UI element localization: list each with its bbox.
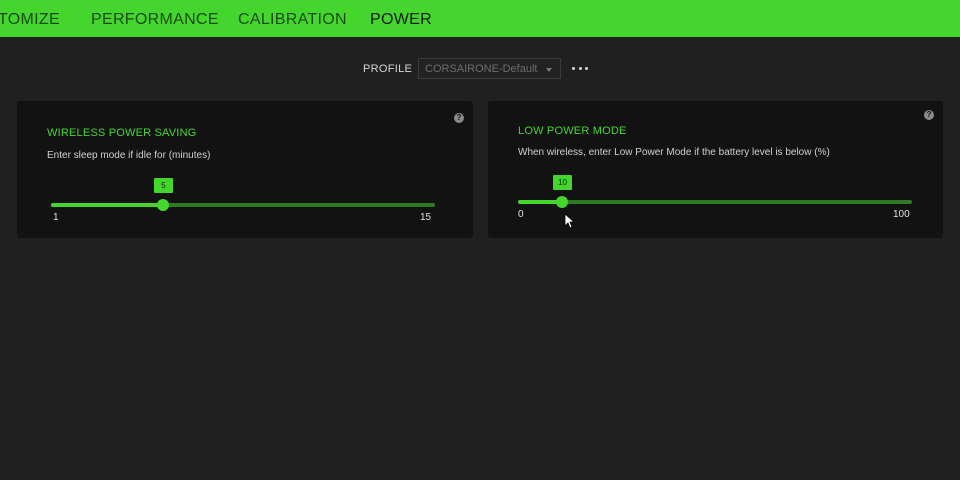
slider-value-badge: 5 [154,178,173,193]
slider-min-label: 1 [53,212,59,223]
chevron-down-icon [546,68,552,72]
sleep-slider-fill [51,203,163,207]
battery-slider-thumb[interactable] [556,196,568,208]
card-title: LOW POWER MODE [518,125,627,137]
profile-dropdown[interactable]: CORSAIRONE-Default [418,58,561,79]
low-power-mode-card: LOW POWER MODE When wireless, enter Low … [488,101,943,238]
sleep-slider-thumb[interactable] [157,199,169,211]
tab-performance[interactable]: PERFORMANCE [91,11,219,29]
card-description: When wireless, enter Low Power Mode if t… [518,147,830,158]
tab-customize[interactable]: TOMIZE [0,11,60,29]
profile-label: PROFILE [363,63,413,75]
mouse-cursor-icon [564,213,574,229]
wireless-power-saving-card: WIRELESS POWER SAVING Enter sleep mode i… [17,101,473,238]
slider-min-label: 0 [518,209,524,220]
top-tab-bar: TOMIZE PERFORMANCE CALIBRATION POWER [0,0,960,37]
more-options-icon[interactable] [572,61,588,75]
card-title: WIRELESS POWER SAVING [47,127,197,139]
help-icon[interactable]: ? [924,110,934,120]
sleep-slider-track[interactable] [51,203,435,207]
slider-max-label: 100 [893,209,910,220]
tab-calibration[interactable]: CALIBRATION [238,11,347,29]
help-icon[interactable]: ? [454,113,464,123]
card-description: Enter sleep mode if idle for (minutes) [47,150,211,161]
battery-slider-track[interactable] [518,200,912,204]
slider-max-label: 15 [420,212,432,223]
slider-value-badge: 10 [553,175,572,190]
profile-dropdown-value: CORSAIRONE-Default [425,63,538,75]
tab-power[interactable]: POWER [370,11,432,29]
profile-row: PROFILE CORSAIRONE-Default [0,57,960,81]
